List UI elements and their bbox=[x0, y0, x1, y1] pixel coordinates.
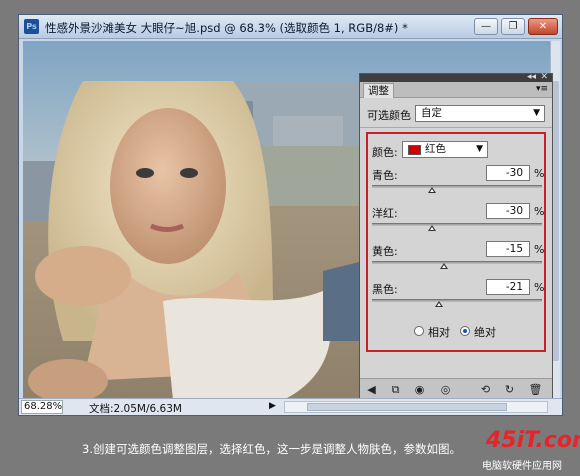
document-size: 文档:2.05M/6.63M bbox=[89, 403, 182, 415]
logo-main: 45iT.com bbox=[486, 428, 580, 453]
title-bar[interactable]: Ps 性感外景沙滩美女 大眼仔~旭.psd @ 68.3% (选取颜色 1, R… bbox=[19, 15, 562, 39]
slider-cyan: 青色: -30 % bbox=[368, 165, 545, 207]
close-button[interactable]: ✕ bbox=[528, 18, 558, 35]
mask-icon[interactable]: ◉ bbox=[412, 382, 427, 397]
panel-menu-icon[interactable]: ▾≡ bbox=[536, 84, 548, 94]
slider-track[interactable] bbox=[372, 223, 542, 226]
slider-label: 青色: bbox=[372, 169, 398, 182]
radio-relative-label[interactable]: 相对 bbox=[428, 324, 450, 340]
method-radio-group: 相对 绝对 bbox=[368, 324, 544, 342]
slider-track[interactable] bbox=[372, 185, 542, 188]
view-previous-icon[interactable]: ⟲ bbox=[478, 382, 493, 397]
preset-select[interactable]: 自定 ▼ bbox=[415, 105, 545, 122]
caption-text: 3.创建可选颜色调整图层，选择红色，这一步是调整人物肤色，参数如图。 bbox=[82, 442, 461, 456]
radio-relative[interactable] bbox=[414, 326, 424, 336]
panel-toolbar: ◀ ⧉ ◉ ◎ ⟲ ↻ 🗑 bbox=[360, 378, 552, 400]
back-arrow-icon[interactable]: ◀ bbox=[364, 382, 379, 397]
minimize-button[interactable]: — bbox=[474, 18, 498, 35]
photoshop-icon: Ps bbox=[24, 19, 39, 34]
percent-sign: % bbox=[534, 281, 545, 294]
color-label: 颜色: bbox=[372, 146, 398, 159]
reset-icon[interactable]: ↻ bbox=[502, 382, 517, 397]
slider-label: 黄色: bbox=[372, 245, 398, 258]
preset-label: 可选颜色 bbox=[367, 109, 411, 122]
chevron-down-icon: ▼ bbox=[476, 144, 483, 154]
percent-sign: % bbox=[534, 243, 545, 256]
black-input[interactable]: -21 bbox=[486, 279, 530, 295]
panel-close-icon[interactable]: ✕ bbox=[540, 72, 548, 82]
preset-row: 可选颜色 自定 ▼ bbox=[360, 100, 552, 128]
slider-handle[interactable] bbox=[427, 225, 436, 231]
document-window: Ps 性感外景沙滩美女 大眼仔~旭.psd @ 68.3% (选取颜色 1, R… bbox=[18, 14, 563, 416]
status-menu-icon[interactable]: ▶ bbox=[269, 401, 276, 411]
color-value: 红色 bbox=[425, 143, 446, 155]
slider-magenta: 洋红: -30 % bbox=[368, 203, 545, 245]
collapse-icon[interactable]: ◂◂ bbox=[527, 72, 536, 82]
logo-subtitle: 电脑软硬件应用网 bbox=[482, 461, 562, 472]
slider-track[interactable] bbox=[372, 261, 542, 264]
red-swatch-icon bbox=[408, 145, 421, 155]
slider-yellow: 黄色: -15 % bbox=[368, 241, 545, 283]
percent-sign: % bbox=[534, 205, 545, 218]
yellow-input[interactable]: -15 bbox=[486, 241, 530, 257]
window-title: 性感外景沙滩美女 大眼仔~旭.psd @ 68.3% (选取颜色 1, RGB/… bbox=[45, 21, 408, 35]
horizontal-scrollbar[interactable] bbox=[284, 401, 548, 413]
slider-track[interactable] bbox=[372, 299, 542, 302]
percent-sign: % bbox=[534, 167, 545, 180]
maximize-button[interactable]: ❐ bbox=[501, 18, 525, 35]
slider-handle[interactable] bbox=[440, 263, 449, 269]
magenta-input[interactable]: -30 bbox=[486, 203, 530, 219]
slider-label: 洋红: bbox=[372, 207, 398, 220]
slider-label: 黑色: bbox=[372, 283, 398, 296]
slider-handle[interactable] bbox=[435, 301, 444, 307]
eye-icon[interactable]: ◎ bbox=[438, 382, 453, 397]
trash-icon[interactable]: 🗑 bbox=[528, 382, 543, 397]
radio-absolute-label[interactable]: 绝对 bbox=[474, 324, 496, 340]
tab-adjustments[interactable]: 调整 bbox=[363, 83, 394, 98]
preset-value: 自定 bbox=[421, 107, 442, 119]
radio-absolute[interactable] bbox=[460, 326, 470, 336]
cyan-input[interactable]: -30 bbox=[486, 165, 530, 181]
site-logo: 45iT.com 电脑软硬件应用网 bbox=[482, 428, 580, 474]
settings-frame: 颜色: 红色 ▼ 青色: -30 % 洋红: -30 % 黄色: -15 % 黑… bbox=[366, 132, 546, 352]
status-bar: 68.28% 文档:2.05M/6.63M ▶ bbox=[19, 398, 562, 415]
tab-bar: 调整 ▾≡ bbox=[360, 82, 552, 98]
slider-handle[interactable] bbox=[427, 187, 436, 193]
color-select[interactable]: 红色 ▼ bbox=[402, 141, 488, 158]
clip-layer-icon[interactable]: ⧉ bbox=[388, 382, 403, 397]
slider-black: 黑色: -21 % bbox=[368, 279, 545, 321]
panel-header[interactable]: ◂◂ ✕ bbox=[360, 72, 552, 82]
chevron-down-icon: ▼ bbox=[533, 108, 540, 118]
adjustments-panel: ◂◂ ✕ 调整 ▾≡ 可选颜色 自定 ▼ 颜色: 红色 ▼ 青色: -30 % … bbox=[359, 72, 553, 401]
zoom-field[interactable]: 68.28% bbox=[21, 400, 63, 414]
